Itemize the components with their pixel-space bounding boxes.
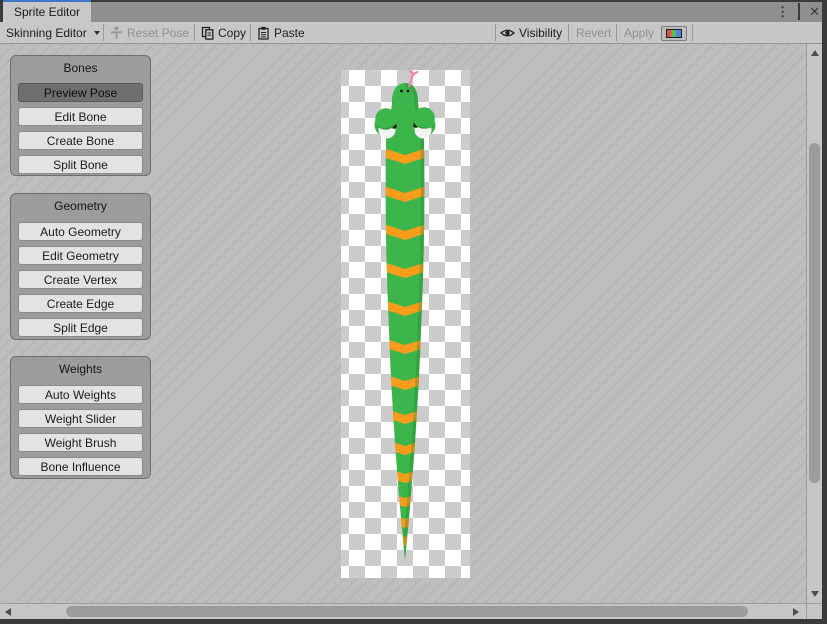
weight-slider-button[interactable]: Weight Slider	[18, 409, 143, 428]
scroll-down-icon[interactable]	[811, 591, 819, 597]
scroll-left-icon[interactable]	[5, 608, 11, 616]
apply-label: Apply	[624, 26, 654, 40]
separator	[616, 24, 617, 41]
sprite-canvas[interactable]	[341, 70, 470, 578]
preview-pose-button[interactable]: Preview Pose	[18, 83, 143, 102]
panel-bones: Bones Preview Pose Edit Bone Create Bone…	[10, 55, 151, 176]
weight-brush-button[interactable]: Weight Brush	[18, 433, 143, 452]
edit-bone-button[interactable]: Edit Bone	[18, 107, 143, 126]
edit-geometry-button[interactable]: Edit Geometry	[18, 246, 143, 265]
close-icon[interactable]: ✕	[809, 2, 820, 22]
scrollbar-corner	[806, 603, 822, 619]
rgb-swatch-icon	[666, 29, 682, 38]
bone-influence-button[interactable]: Bone Influence	[18, 457, 143, 476]
scroll-right-icon[interactable]	[793, 608, 799, 616]
maximize-icon[interactable]	[798, 2, 800, 22]
separator	[568, 24, 569, 41]
panel-bones-title: Bones	[11, 60, 150, 76]
eye-icon	[500, 28, 515, 38]
toolbar: Skinning Editor Reset Pose Copy	[0, 22, 822, 44]
chevron-down-icon	[94, 31, 100, 35]
create-edge-button[interactable]: Create Edge	[18, 294, 143, 313]
panel-geometry: Geometry Auto Geometry Edit Geometry Cre…	[10, 193, 151, 340]
reset-pose-button[interactable]: Reset Pose	[110, 22, 189, 43]
sprite-editor-window: Sprite Editor ⋮ ✕ Skinning Editor Reset …	[0, 0, 827, 624]
panel-geometry-title: Geometry	[11, 198, 150, 214]
visibility-label: Visibility	[519, 26, 562, 40]
create-vertex-button[interactable]: Create Vertex	[18, 270, 143, 289]
skinning-editor-label: Skinning Editor	[6, 26, 87, 40]
reset-pose-label: Reset Pose	[127, 26, 189, 40]
vertical-scrollbar-thumb[interactable]	[809, 143, 820, 483]
panel-weights: Weights Auto Weights Weight Slider Weigh…	[10, 356, 151, 479]
split-bone-button[interactable]: Split Bone	[18, 155, 143, 174]
separator	[692, 24, 693, 41]
snake-sprite	[341, 70, 470, 578]
copy-icon	[201, 26, 214, 40]
separator	[495, 24, 496, 41]
visibility-button[interactable]: Visibility	[500, 22, 562, 43]
paste-button[interactable]: Paste	[257, 22, 305, 43]
create-bone-button[interactable]: Create Bone	[18, 131, 143, 150]
pose-figure-icon	[110, 26, 123, 40]
revert-label: Revert	[576, 26, 611, 40]
window-controls: ⋮ ✕	[776, 2, 820, 22]
snake-left-eye	[375, 108, 398, 138]
horizontal-scrollbar[interactable]	[0, 603, 806, 619]
paste-label: Paste	[274, 26, 305, 40]
tab-title: Sprite Editor	[14, 5, 80, 19]
separator	[194, 24, 195, 41]
separator	[250, 24, 251, 41]
scroll-up-icon[interactable]	[811, 50, 819, 56]
horizontal-scrollbar-thumb[interactable]	[66, 606, 748, 617]
skinning-viewport[interactable]: Bones Preview Pose Edit Bone Create Bone…	[0, 44, 822, 603]
tab-strip	[3, 2, 822, 22]
auto-weights-button[interactable]: Auto Weights	[18, 385, 143, 404]
copy-label: Copy	[218, 26, 246, 40]
vertical-scrollbar[interactable]	[806, 44, 822, 603]
copy-button[interactable]: Copy	[201, 22, 246, 43]
auto-geometry-button[interactable]: Auto Geometry	[18, 222, 143, 241]
revert-button[interactable]: Revert	[576, 22, 611, 43]
panel-weights-title: Weights	[11, 361, 150, 377]
menu-dots-icon[interactable]: ⋮	[776, 2, 789, 22]
maximize-box	[798, 3, 800, 20]
color-mode-button[interactable]	[661, 26, 687, 41]
tab-sprite-editor[interactable]: Sprite Editor	[3, 0, 91, 22]
paste-icon	[257, 26, 270, 40]
separator	[103, 24, 104, 41]
apply-button[interactable]: Apply	[624, 22, 654, 43]
split-edge-button[interactable]: Split Edge	[18, 318, 143, 337]
skinning-editor-dropdown[interactable]: Skinning Editor	[6, 22, 100, 43]
snake-right-eye	[413, 107, 436, 138]
